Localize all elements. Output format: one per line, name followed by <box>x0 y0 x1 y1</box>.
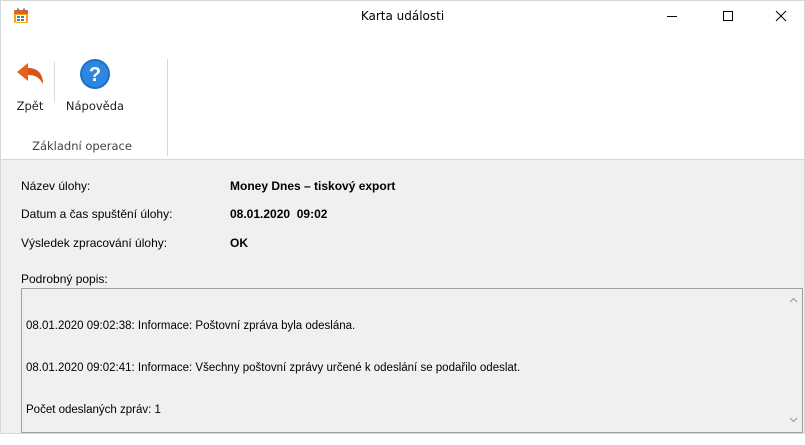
maximize-button[interactable] <box>705 1 751 31</box>
scroll-down-icon[interactable] <box>788 414 799 425</box>
back-arrow-icon <box>17 63 43 84</box>
description-text: 08.01.2020 09:02:38: Informace: Poštovní… <box>26 291 776 445</box>
description-line: 08.01.2020 09:02:41: Informace: Všechny … <box>26 362 521 374</box>
ribbon: Zpět ? Nápověda Základní operace <box>1 31 804 160</box>
description-line: 08.01.2020 09:02:38: Informace: Poštovní… <box>26 320 356 332</box>
ribbon-group-label: Základní operace <box>32 139 132 153</box>
help-icon: ? <box>80 59 110 89</box>
back-button[interactable]: Zpět <box>7 55 53 125</box>
minimize-icon <box>667 16 677 17</box>
minimize-button[interactable] <box>649 1 695 31</box>
task-name-label: Název úlohy: <box>21 179 91 193</box>
description-label: Podrobný popis: <box>21 272 108 286</box>
event-card-window: Karta události Zpět ? Nápověda Základní … <box>0 0 805 434</box>
ribbon-group-separator <box>167 59 168 156</box>
vertical-scrollbar[interactable] <box>785 289 802 432</box>
scroll-up-icon[interactable] <box>788 295 799 306</box>
start-time-label: Datum a čas spuštění úlohy: <box>21 207 173 221</box>
ribbon-group-basic-operations: Zpět ? Nápověda Základní operace <box>7 31 167 159</box>
help-button[interactable]: ? Nápověda <box>60 55 130 125</box>
task-name-value: Money Dnes – tiskový export <box>230 179 396 193</box>
start-time-value: 08.01.2020 09:02 <box>230 207 328 221</box>
ribbon-separator <box>54 61 55 103</box>
title-bar: Karta události <box>1 1 804 31</box>
result-label: Výsledek zpracování úlohy: <box>21 236 168 250</box>
description-textbox[interactable]: 08.01.2020 09:02:38: Informace: Poštovní… <box>21 288 803 433</box>
description-line: Počet odeslaných zpráv: 1 <box>26 404 161 416</box>
help-label: Nápověda <box>65 99 125 113</box>
svg-text:?: ? <box>89 64 101 86</box>
back-label: Zpět <box>16 99 44 113</box>
result-value: OK <box>230 236 248 250</box>
close-button[interactable] <box>758 1 804 31</box>
maximize-icon <box>723 11 733 21</box>
close-icon <box>775 10 787 22</box>
event-details: Název úlohy: Money Dnes – tiskový export… <box>1 160 804 433</box>
